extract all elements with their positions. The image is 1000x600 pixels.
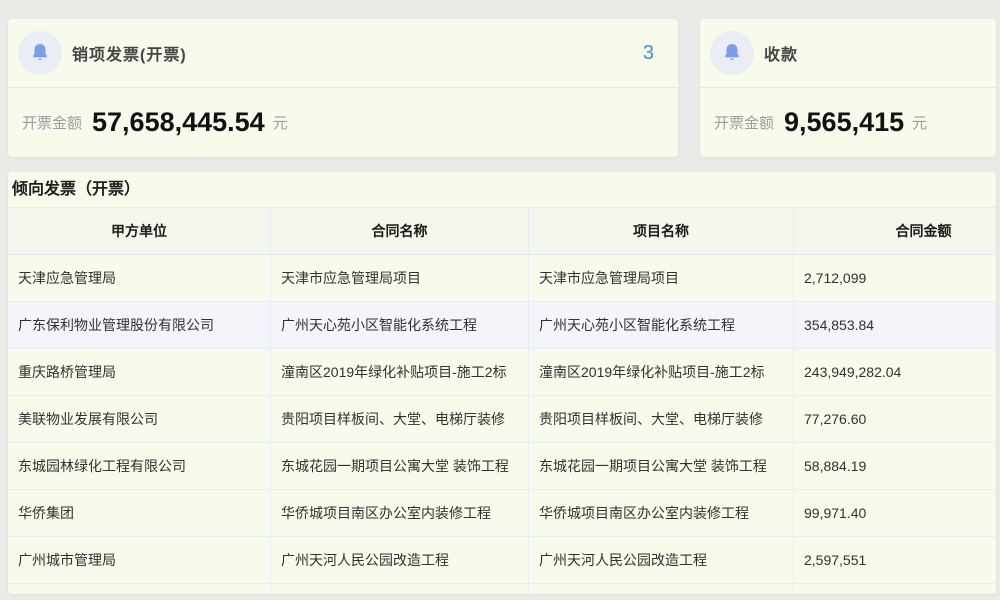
table-row[interactable]: 广州城市管理局 广州天河人民公园改造工程 广州天河人民公园改造工程 2,597,… <box>8 537 996 584</box>
cell-contract-amount: 58,884.19 <box>793 443 996 490</box>
cell-project-name: 广州天心苑小区智能化系统工程 <box>528 302 793 349</box>
amount-label: 开票金额 <box>22 114 83 132</box>
stat-card-header: 销项发票(开票) 3 <box>8 19 678 88</box>
table-header-row: 甲方单位 合同名称 项目名称 合同金额 <box>8 207 996 255</box>
bell-icon <box>710 31 754 75</box>
stat-card-body: 开票金额 57,658,445.54 元 <box>8 88 678 156</box>
cell-project-name: 潼南区2019年绿化补贴项目-施工2标 <box>528 349 793 396</box>
table-row[interactable]: 重庆路桥管理局 潼南区2019年绿化补贴项目-施工2标 潼南区2019年绿化补贴… <box>8 349 996 396</box>
stat-card-title: 销项发票(开票) <box>72 47 187 64</box>
column-header-contract-name: 合同名称 <box>270 207 528 255</box>
table-title: 倾向发票（开票） <box>12 181 141 198</box>
stat-card-body: 开票金额 9,565,415 元 <box>700 88 996 156</box>
cell-client: 广州城市管理局 <box>8 537 270 584</box>
cell-client: 重庆路桥管理局 <box>8 349 270 396</box>
cell-contract-amount <box>793 584 996 594</box>
dashboard-page: { "cards": [ { "title": "销项发票(开票)", "bad… <box>0 0 1000 600</box>
cell-project-name: 东城花园一期项目公寓大堂 装饰工程 <box>528 443 793 490</box>
cell-contract-name: 东城花园一期项目公寓大堂 装饰工程 <box>270 443 528 490</box>
cell-contract-amount: 2,597,551 <box>793 537 996 584</box>
table-row[interactable]: 天津应急管理局 天津市应急管理局项目 天津市应急管理局项目 2,712,099 <box>8 255 996 302</box>
cell-contract-name: 潼南区2019年绿化补贴项目-施工2标 <box>270 349 528 396</box>
cell-contract-name: 广州天河人民公园改造工程 <box>270 537 528 584</box>
cell-project-name: 华侨城项目南区办公室内装修工程 <box>528 490 793 537</box>
cell-contract-name: 广州天心苑小区智能化系统工程 <box>270 302 528 349</box>
amount-unit: 元 <box>912 114 928 132</box>
cell-contract-name <box>270 584 528 594</box>
cell-contract-name: 贵阳项目样板间、大堂、电梯厅装修 <box>270 396 528 443</box>
cell-client: 广东保利物业管理股份有限公司 <box>8 302 270 349</box>
cell-client <box>8 584 270 594</box>
column-header-contract-amount: 合同金额 <box>793 207 996 255</box>
cell-project-name: 广州天河人民公园改造工程 <box>528 537 793 584</box>
amount-value: 9,565,415 <box>784 106 905 137</box>
stat-card-receipts[interactable]: 收款 开票金额 9,565,415 元 <box>700 19 996 157</box>
stat-card-count-badge: 3 <box>642 41 654 64</box>
invoice-table-panel: 倾向发票（开票） 甲方单位 合同名称 项目名称 合同金额 天津应急管理局 天津市… <box>8 172 996 594</box>
column-header-client: 甲方单位 <box>8 207 270 255</box>
cell-contract-name: 华侨城项目南区办公室内装修工程 <box>270 490 528 537</box>
table-row[interactable]: 美联物业发展有限公司 贵阳项目样板间、大堂、电梯厅装修 贵阳项目样板间、大堂、电… <box>8 396 996 443</box>
table-row-partial[interactable] <box>8 584 996 594</box>
cell-client: 东城园林绿化工程有限公司 <box>8 443 270 490</box>
cell-contract-amount: 99,971.40 <box>793 490 996 537</box>
cell-project-name: 贵阳项目样板间、大堂、电梯厅装修 <box>528 396 793 443</box>
cell-contract-amount: 243,949,282.04 <box>793 349 996 396</box>
amount-value: 57,658,445.54 <box>92 106 265 137</box>
table-row[interactable]: 华侨集团 华侨城项目南区办公室内装修工程 华侨城项目南区办公室内装修工程 99,… <box>8 490 996 537</box>
stat-card-sales-invoice[interactable]: 销项发票(开票) 3 开票金额 57,658,445.54 元 <box>8 19 678 157</box>
column-header-project-name: 项目名称 <box>528 207 793 255</box>
invoice-table: 甲方单位 合同名称 项目名称 合同金额 天津应急管理局 天津市应急管理局项目 天… <box>8 207 996 594</box>
table-row[interactable]: 东城园林绿化工程有限公司 东城花园一期项目公寓大堂 装饰工程 东城花园一期项目公… <box>8 443 996 490</box>
cell-client: 天津应急管理局 <box>8 255 270 302</box>
cell-contract-name: 天津市应急管理局项目 <box>270 255 528 302</box>
cell-contract-amount: 77,276.60 <box>793 396 996 443</box>
cell-project-name: 天津市应急管理局项目 <box>528 255 793 302</box>
cell-project-name <box>528 584 793 594</box>
amount-label: 开票金额 <box>714 114 775 132</box>
amount-unit: 元 <box>272 114 288 132</box>
bell-icon <box>18 31 62 75</box>
cell-client: 华侨集团 <box>8 490 270 537</box>
cell-client: 美联物业发展有限公司 <box>8 396 270 443</box>
cell-contract-amount: 2,712,099 <box>793 255 996 302</box>
cell-contract-amount: 354,853.84 <box>793 302 996 349</box>
stat-card-header: 收款 <box>700 19 996 88</box>
table-row[interactable]: 广东保利物业管理股份有限公司 广州天心苑小区智能化系统工程 广州天心苑小区智能化… <box>8 302 996 349</box>
stat-card-title: 收款 <box>764 47 799 64</box>
